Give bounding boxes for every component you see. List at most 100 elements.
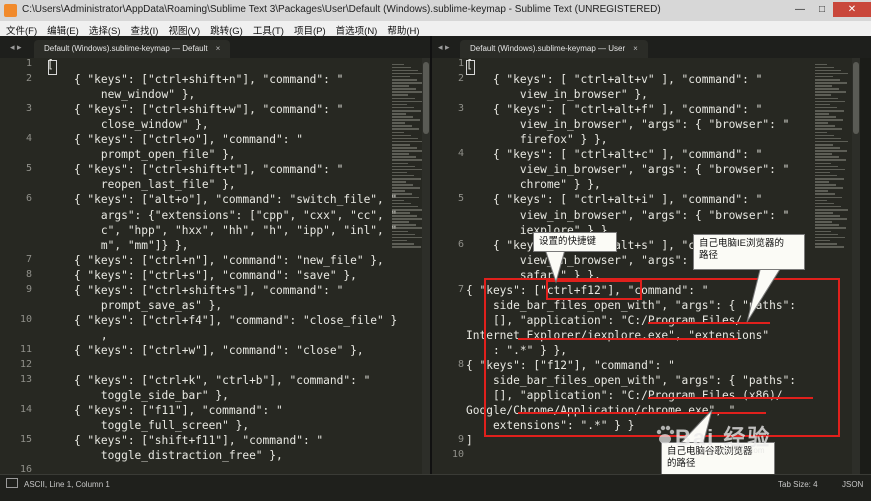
- minimap-line: [815, 94, 831, 97]
- scroll-thumb[interactable]: [423, 62, 429, 134]
- code-line[interactable]: { "keys": ["ctrl+f4"], "command": "close…: [47, 314, 397, 327]
- code-line[interactable]: { "keys": ["ctrl+k", "ctrl+b"], "command…: [47, 374, 370, 387]
- maximize-button[interactable]: □: [811, 2, 833, 17]
- code-line[interactable]: prompt_save_as" },: [47, 299, 222, 312]
- minimap-line: [815, 227, 846, 230]
- code-line[interactable]: new_window" },: [47, 88, 195, 101]
- code-line[interactable]: { "keys": [ "ctrl+alt+i" ], "command": ": [466, 193, 762, 206]
- code-line[interactable]: { "keys": ["ctrl+n"], "command": "new_fi…: [47, 254, 384, 267]
- minimap-line: [815, 97, 838, 100]
- code-line[interactable]: { "keys": ["f11"], "command": ": [47, 404, 283, 417]
- code-line[interactable]: chrome" } },: [466, 178, 601, 191]
- minimap-line: [392, 82, 424, 84]
- code-line[interactable]: close_window" },: [47, 118, 209, 131]
- minimize-button[interactable]: —: [789, 2, 811, 17]
- code-line[interactable]: toggle_side_bar" },: [47, 389, 229, 402]
- code-line[interactable]: { "keys": ["ctrl+shift+w"], "command": ": [47, 103, 343, 116]
- minimap-line: [815, 69, 841, 72]
- minimap-line: [815, 137, 841, 140]
- code-line[interactable]: prompt_open_file" },: [47, 148, 236, 161]
- tab-size-indicator[interactable]: Tab Size: 4: [778, 480, 818, 489]
- minimap-line: [392, 168, 422, 171]
- code-line[interactable]: { "keys": ["ctrl+s"], "command": "save" …: [47, 269, 357, 282]
- minimap-line: [815, 66, 834, 69]
- minimap[interactable]: [815, 62, 849, 248]
- code-line[interactable]: view_in_browser", "args": { "browser": ": [466, 118, 789, 131]
- minimap-line: [815, 212, 833, 214]
- code-line[interactable]: { "keys": [ "ctrl+alt+v" ], "command": ": [466, 73, 762, 86]
- minimap-line: [392, 63, 404, 66]
- minimap-line: [815, 221, 832, 223]
- minimap-line: [815, 119, 843, 121]
- code-line[interactable]: ]: [466, 434, 473, 447]
- right-scrollbar[interactable]: [852, 58, 860, 474]
- minimap-line: [392, 150, 424, 152]
- minimap-line: [392, 227, 423, 230]
- watermark-url: jingyan.baidu.com: [700, 446, 765, 455]
- minimap-line: [392, 113, 406, 115]
- code-line[interactable]: view_in_browser", "args": { "browser": ": [466, 163, 789, 176]
- code-line[interactable]: { "keys": ["ctrl+o"], "command": ": [47, 133, 303, 146]
- right-tab-bar: ◂ ▸ Default (Windows).sublime-keymap — U…: [432, 36, 871, 58]
- minimap-line: [815, 246, 844, 248]
- code-line[interactable]: { "keys": ["ctrl+shift+t"], "command": ": [47, 163, 343, 176]
- left-editor-pane[interactable]: 1 2 3 4 5 6 7 8 9 10 11 12 13 14 15 16 [ { "keys": ["ct…: [0, 58, 430, 474]
- minimap-line: [815, 205, 841, 208]
- panel-toggle-icon[interactable]: [6, 478, 18, 488]
- minimap-line: [392, 66, 411, 69]
- line-number: 8: [25, 268, 32, 280]
- minimap[interactable]: [392, 62, 426, 248]
- code-line[interactable]: args": {"extensions": ["cpp", "cxx", "cc…: [47, 209, 397, 222]
- line-number: 13: [19, 374, 32, 386]
- minimap-line: [392, 72, 425, 75]
- tab-close-icon[interactable]: ×: [633, 44, 638, 53]
- code-line[interactable]: [: [466, 58, 473, 71]
- code-line[interactable]: { "keys": ["shift+f11"], "command": ": [47, 434, 323, 447]
- code-line[interactable]: { "keys": [ "ctrl+alt+f" ], "command": ": [466, 103, 762, 116]
- code-line[interactable]: view_in_browser", "args": { "browser": ": [466, 209, 789, 222]
- code-line[interactable]: firefox" } },: [466, 133, 608, 146]
- minimap-line: [392, 91, 423, 93]
- minimap-line: [815, 196, 842, 199]
- minimap-line: [392, 78, 417, 81]
- code-line[interactable]: { "keys": ["alt+o"], "command": "switch_…: [47, 193, 397, 206]
- code-line[interactable]: { "keys": ["ctrl+shift+s"], "command": ": [47, 284, 343, 297]
- code-line[interactable]: { "keys": ["ctrl+shift+n"], "command": ": [47, 73, 343, 86]
- scroll-thumb[interactable]: [853, 62, 859, 134]
- left-scrollbar[interactable]: [422, 58, 430, 474]
- syntax-indicator[interactable]: JSON: [842, 480, 863, 489]
- minimap-line: [815, 187, 843, 189]
- tab-close-icon[interactable]: ×: [216, 44, 221, 53]
- tab-default-keymap[interactable]: Default (Windows).sublime-keymap — Defau…: [34, 40, 231, 58]
- line-number: 15: [19, 434, 32, 446]
- code-line[interactable]: [: [47, 58, 54, 71]
- code-line[interactable]: view_in_browser" },: [466, 88, 648, 101]
- minimap-line: [392, 181, 406, 183]
- minimap-line: [392, 134, 411, 137]
- code-line[interactable]: toggle_distraction_free" },: [47, 449, 283, 462]
- tab-nav-arrows[interactable]: ◂ ▸: [438, 42, 450, 53]
- close-window-button[interactable]: ✕: [833, 2, 871, 17]
- minimap-line: [392, 147, 417, 149]
- minimap-line: [815, 91, 846, 93]
- minimap-line: [392, 75, 410, 78]
- code-line[interactable]: { "keys": [ "ctrl+alt+c" ], "command": ": [466, 148, 762, 161]
- code-line[interactable]: toggle_full_screen" },: [47, 419, 249, 432]
- minimap-line: [392, 159, 423, 161]
- tab-user-keymap[interactable]: Default (Windows).sublime-keymap — User ×: [460, 40, 648, 58]
- minimap-line: [815, 199, 827, 202]
- code-line[interactable]: { "keys": ["ctrl+w"], "command": "close"…: [47, 344, 364, 357]
- tab-nav-arrows[interactable]: ◂ ▸: [10, 42, 22, 53]
- minimap-line: [392, 94, 408, 97]
- code-line[interactable]: m", "mm"]} },: [47, 239, 189, 252]
- code-line[interactable]: ,: [47, 329, 108, 342]
- minimap-line: [815, 122, 828, 124]
- minimap-line: [392, 143, 410, 146]
- minimap-line: [815, 236, 845, 239]
- code-line[interactable]: reopen_last_file" },: [47, 178, 236, 191]
- minimap-line: [815, 125, 835, 127]
- callout-text: 设置的快捷键: [539, 236, 597, 247]
- line-number: 9: [25, 283, 32, 295]
- code-line[interactable]: c", "hpp", "hxx", "hh", "h", "ipp", "inl…: [47, 224, 397, 237]
- minimap-line: [815, 128, 842, 131]
